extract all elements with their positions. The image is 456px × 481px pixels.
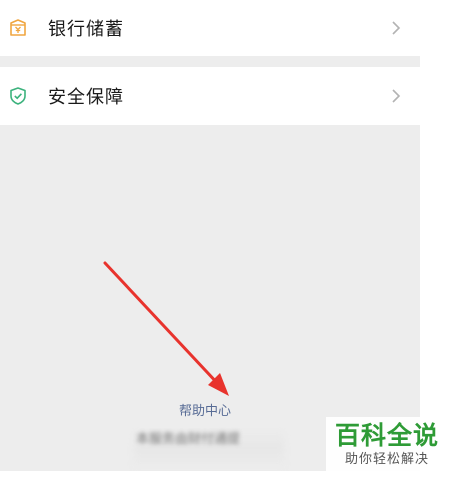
chevron-right-icon [392,89,401,103]
watermark-title: 百科全说 [334,421,439,450]
settings-row-label: 银行储蓄 [48,19,124,40]
watermark-logo: 百科全说 助你轻松解决 [326,417,448,473]
shield-check-icon [7,85,29,107]
settings-row-label: 安全保障 [48,87,124,108]
wallet-settings-screen: 银行储蓄 安全保障 帮助中心 本服务由财付通提 [0,0,420,471]
watermark-subtitle: 助你轻松解决 [344,452,429,467]
settings-row-security[interactable]: 安全保障 [0,67,420,125]
service-provider-text: 本服务由财付通提 [136,432,241,447]
settings-row-bank-savings[interactable]: 银行储蓄 [0,0,420,56]
chevron-right-icon [392,21,401,35]
bank-vault-icon [7,17,29,39]
